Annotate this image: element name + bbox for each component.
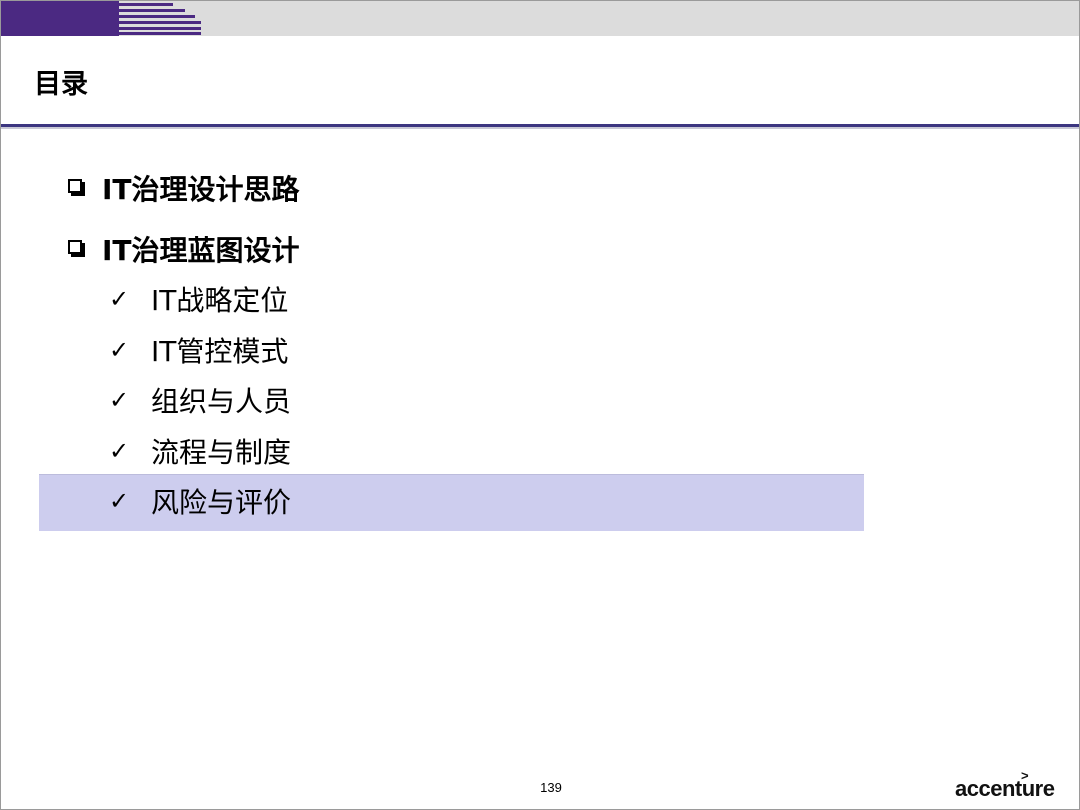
slide: 目录 IT治理设计思路 IT治理蓝图设计 ✓ IT战略定位 ✓ IT管控模式 ✓…: [0, 0, 1080, 810]
outline-subitem[interactable]: ✓ 组织与人员: [109, 380, 291, 420]
logo-stripe: [119, 32, 201, 35]
checkmark-icon: ✓: [109, 336, 130, 364]
outline-subitem-active[interactable]: ✓ 风险与评价: [109, 481, 291, 521]
outline-subitem[interactable]: ✓ IT管控模式: [109, 330, 288, 370]
title-divider-shadow: [1, 127, 1079, 129]
page-number: 139: [540, 780, 562, 795]
logo-stripe: [119, 15, 195, 18]
outline-subitem[interactable]: ✓ IT战略定位: [109, 279, 288, 319]
outline-subitem-label: IT战略定位: [151, 284, 289, 317]
brand-logo: > accenture: [955, 768, 1070, 802]
logo-stripe: [119, 21, 201, 24]
outline-section[interactable]: IT治理设计思路: [68, 168, 300, 208]
outline-section-label: IT治理蓝图设计: [102, 234, 300, 267]
outline-section[interactable]: IT治理蓝图设计: [68, 229, 300, 269]
outline-section-label: IT治理设计思路: [102, 173, 300, 206]
brand-wordmark: accenture: [955, 776, 1055, 801]
logo-stripe: [119, 3, 173, 6]
outline-subitem[interactable]: ✓ 流程与制度: [109, 431, 291, 471]
checkmark-icon: ✓: [109, 487, 130, 515]
page-title: 目录: [34, 69, 88, 100]
title-area: 目录: [1, 36, 1079, 124]
checkbox-square-icon: [68, 179, 82, 193]
checkbox-square-icon: [68, 240, 82, 254]
outline-subitem-label: 流程与制度: [151, 436, 292, 469]
logo-stripe: [119, 9, 185, 12]
header-logo-block: [1, 1, 201, 36]
checkmark-icon: ✓: [109, 386, 130, 414]
outline-subitem-label: 风险与评价: [151, 486, 292, 519]
logo-solid-block: [1, 1, 119, 36]
outline-subitem-label: IT管控模式: [151, 335, 289, 368]
outline-subitem-label: 组织与人员: [151, 385, 292, 418]
logo-stripe: [119, 27, 201, 30]
checkmark-icon: ✓: [109, 437, 130, 465]
checkmark-icon: ✓: [109, 285, 130, 313]
